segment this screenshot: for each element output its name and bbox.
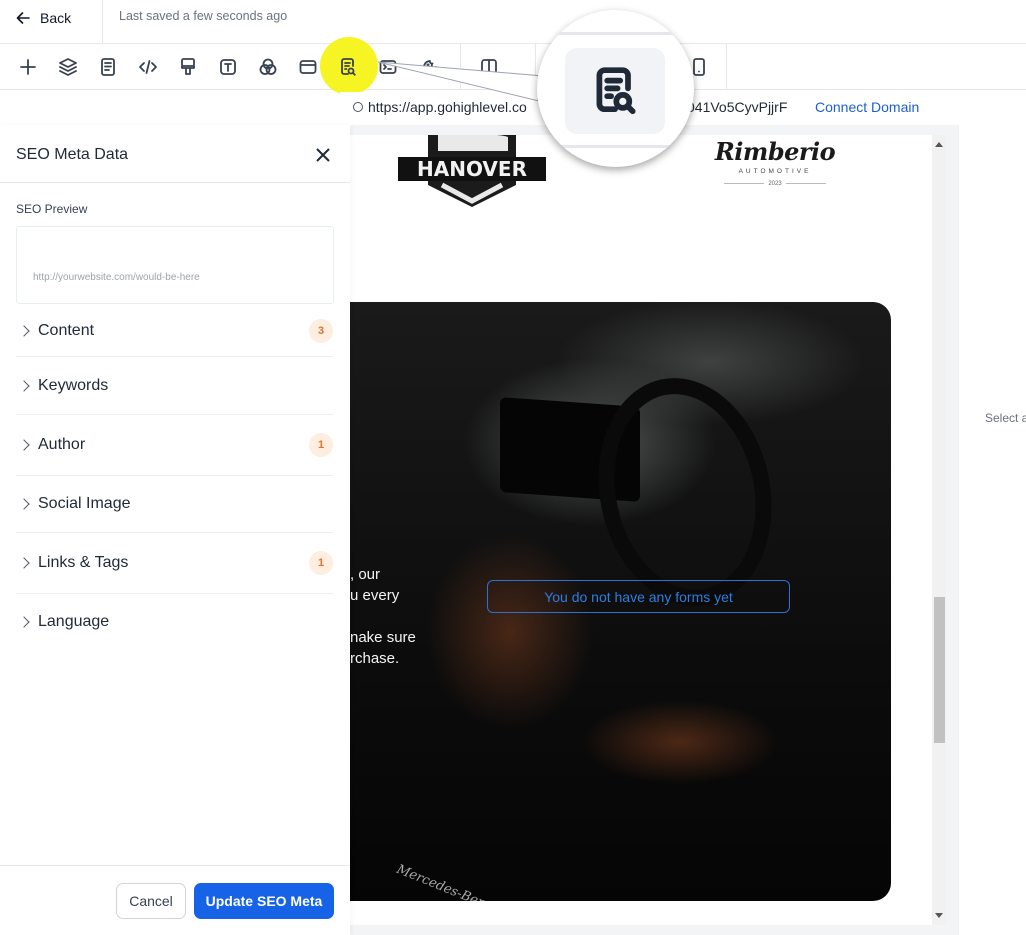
chevron-right-icon — [18, 557, 30, 569]
chevron-right-icon — [18, 616, 30, 628]
rimberio-logo: Rimberio AUTOMOTIVE 2023 — [710, 137, 840, 187]
issue-count-badge: 1 — [309, 433, 333, 457]
close-panel-button[interactable] — [314, 146, 332, 164]
accordion-label: Keywords — [38, 376, 109, 394]
preview-url-end[interactable]: v041Vo5CyvPjjrF — [680, 99, 787, 115]
rimberio-subtitle: AUTOMOTIVE — [738, 168, 812, 175]
hero-brand-script: Mercedes-Benz — [394, 862, 495, 901]
accordion-label: Content — [38, 321, 95, 339]
accordion-label: Social Image — [38, 495, 131, 512]
accordion-keywords[interactable]: Keywords — [16, 357, 334, 415]
hero-text-line: nake sure — [350, 629, 416, 646]
accordion-links-tags[interactable]: Links & Tags 1 — [16, 533, 334, 594]
magnified-seo-button — [565, 48, 665, 134]
accordion-social-image[interactable]: Social Image — [16, 476, 334, 533]
issue-count-badge: 3 — [309, 318, 333, 343]
hero-section[interactable]: , our u every nake sure rchase. You do n… — [350, 302, 891, 901]
page-canvas[interactable]: HANOVER Rimberio AUTOMOTIVE 2023 , our u… — [350, 135, 932, 925]
toolbar-separator — [535, 44, 536, 90]
url-status-icon — [353, 102, 363, 112]
pages-button[interactable] — [95, 54, 121, 80]
code-button[interactable] — [135, 54, 161, 80]
hero-text-line: rchase. — [350, 650, 400, 667]
editor-toolbar — [0, 37, 1026, 95]
hero-text-line: , our — [350, 566, 381, 583]
hanover-logo: HANOVER — [398, 135, 546, 207]
accordion-author[interactable]: Author 1 — [16, 415, 334, 476]
magnifier-callout — [537, 10, 694, 167]
page-canvas-area: HANOVER Rimberio AUTOMOTIVE 2023 , our u… — [350, 125, 958, 935]
terminal-icon — [379, 60, 397, 74]
layers-button[interactable] — [55, 54, 81, 80]
magnifier-divider — [537, 32, 694, 35]
add-element-button[interactable] — [15, 54, 41, 80]
element-settings-panel: Select a — [958, 125, 1026, 935]
seo-preview-label: SEO Preview — [16, 202, 88, 216]
cookie-icon — [423, 60, 437, 74]
update-seo-meta-button[interactable]: Update SEO Meta — [194, 883, 334, 919]
color-circles-icon — [259, 58, 277, 75]
chevron-right-icon — [18, 324, 30, 337]
divider — [102, 0, 103, 44]
colors-button[interactable] — [255, 54, 281, 80]
layout-button[interactable] — [295, 54, 321, 80]
magnifier-divider — [537, 145, 694, 148]
paint-brush-icon — [181, 58, 195, 75]
connect-domain-link[interactable]: Connect Domain — [815, 99, 919, 115]
scroll-down-arrow-icon[interactable] — [935, 913, 943, 918]
accordion-label: Author — [38, 436, 86, 453]
back-label: Back — [40, 10, 72, 26]
code-icon — [139, 60, 157, 74]
text-icon — [220, 59, 236, 75]
cancel-button[interactable]: Cancel — [116, 883, 186, 919]
accordion-content[interactable]: Content 3 — [16, 305, 334, 357]
chevron-right-icon — [18, 498, 30, 510]
toolbar-separator — [726, 44, 727, 90]
accordion-language[interactable]: Language — [16, 594, 334, 650]
scroll-up-arrow-icon[interactable] — [935, 142, 943, 147]
hero-text: , our u every nake sure rchase. — [350, 564, 416, 669]
preview-url-start[interactable]: https://app.gohighlevel.co — [368, 99, 527, 115]
issue-count-badge: 1 — [309, 551, 333, 575]
tracking-code-button[interactable] — [375, 54, 401, 80]
form-placeholder[interactable]: You do not have any forms yet — [487, 580, 790, 613]
seo-document-search-icon — [596, 67, 636, 115]
hanover-logo-text: HANOVER — [417, 157, 527, 181]
typography-button[interactable] — [215, 54, 241, 80]
seo-meta-panel: SEO Meta Data SEO Preview http://yourweb… — [0, 125, 350, 935]
columns-icon — [481, 59, 497, 75]
toolbar-separator — [460, 44, 461, 90]
close-icon — [316, 148, 330, 162]
browser-window-icon — [299, 60, 317, 74]
seo-panel-footer: Cancel Update SEO Meta — [0, 865, 350, 935]
chevron-right-icon — [18, 379, 30, 392]
top-bar: Back Last saved a few seconds ago — [0, 0, 1026, 44]
hero-text-line: u every — [350, 587, 400, 604]
seo-panel-title: SEO Meta Data — [16, 146, 129, 163]
seo-panel-header: SEO Meta Data — [0, 125, 350, 183]
accordion-label: Links & Tags — [38, 554, 129, 571]
styles-button[interactable] — [175, 54, 201, 80]
desktop-view-button[interactable] — [476, 54, 502, 80]
scrollbar-thumb[interactable] — [934, 597, 945, 743]
rimberio-name: Rimberio — [714, 137, 836, 166]
page-icon — [101, 58, 115, 76]
seo-document-search-icon — [341, 58, 356, 76]
seo-meta-button[interactable] — [335, 54, 361, 80]
canvas-scrollbar[interactable] — [932, 135, 946, 925]
layers-icon — [59, 58, 77, 76]
accordion-label: Language — [38, 613, 110, 630]
back-button[interactable]: Back — [16, 8, 71, 28]
cookies-button[interactable] — [417, 54, 443, 80]
save-status: Last saved a few seconds ago — [119, 9, 288, 23]
seo-preview-url: http://yourwebsite.com/would-be-here — [33, 272, 200, 283]
arrow-left-icon — [16, 12, 30, 24]
rimberio-year: 2023 — [710, 181, 840, 187]
select-element-hint: Select a — [985, 411, 1026, 425]
seo-preview-card: http://yourwebsite.com/would-be-here — [16, 226, 334, 304]
chevron-right-icon — [18, 439, 30, 451]
plus-icon — [20, 59, 36, 75]
